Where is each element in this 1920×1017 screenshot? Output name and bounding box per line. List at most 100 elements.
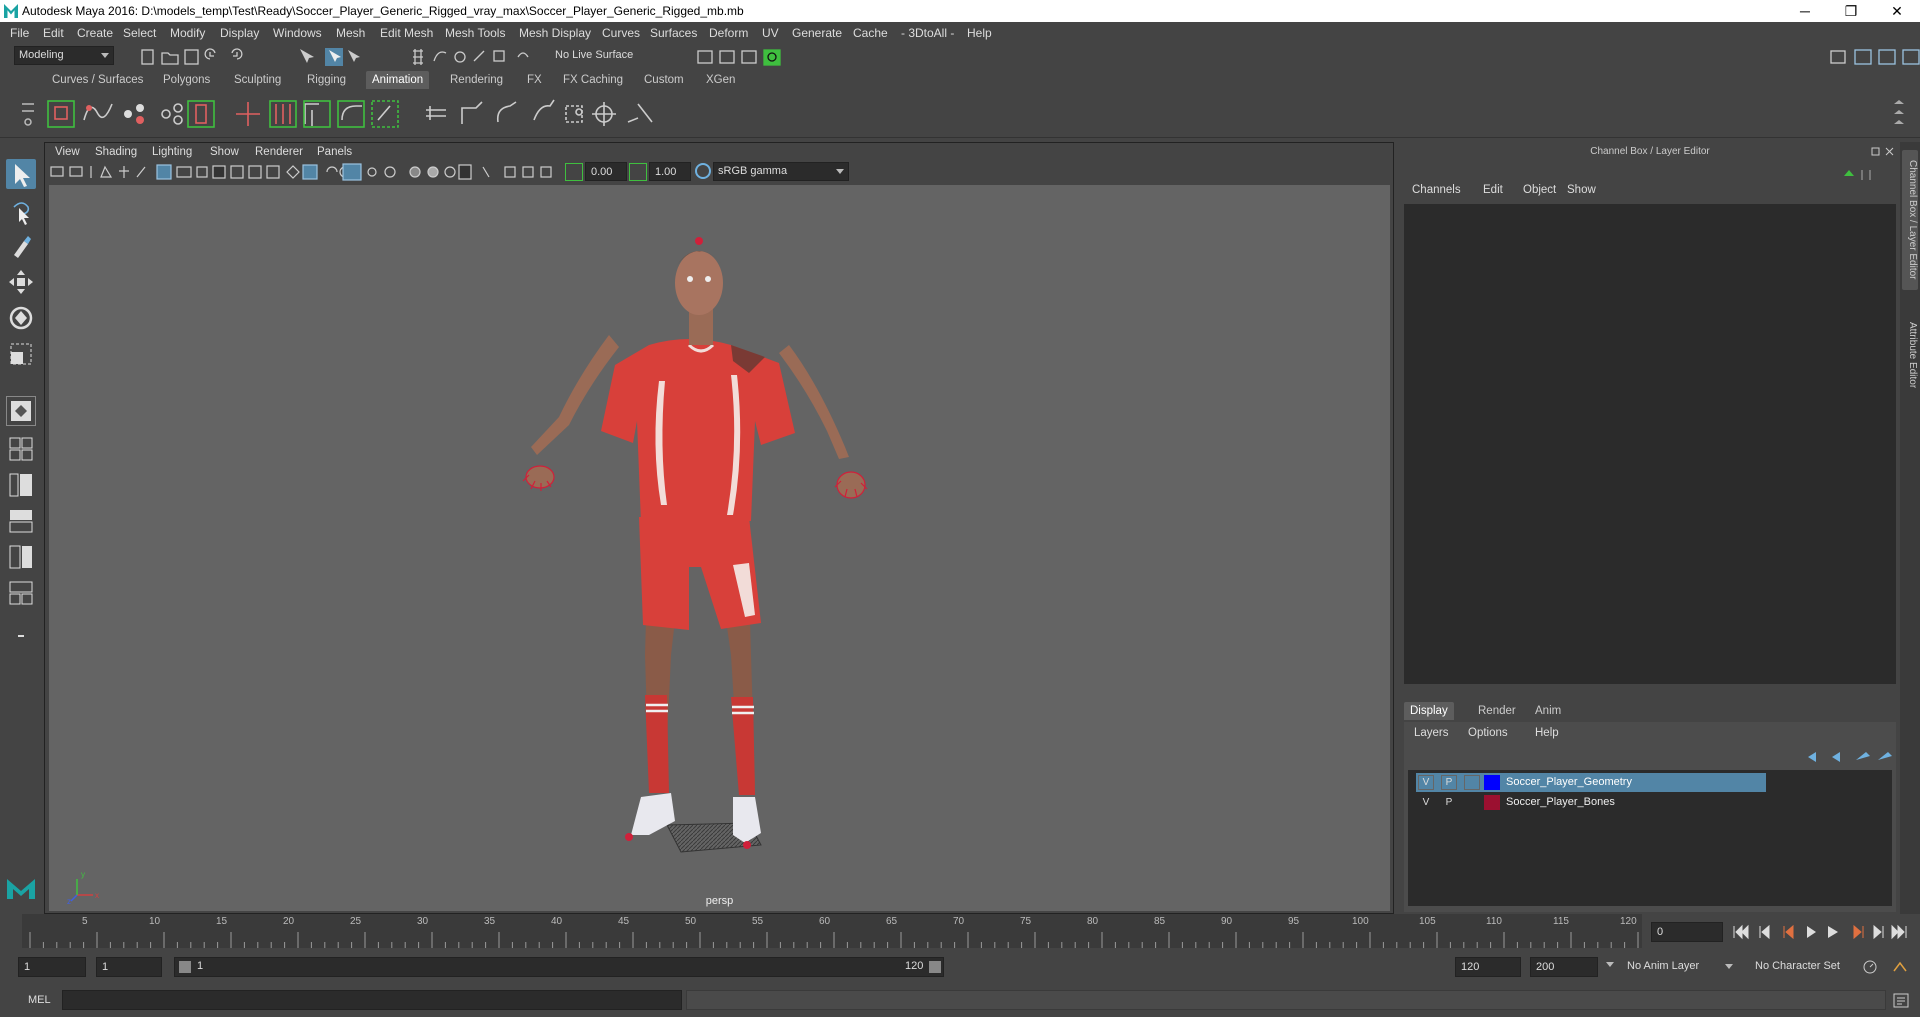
layer-color-swatch[interactable] bbox=[1484, 775, 1500, 790]
time-ruler[interactable]: 5 10 15 20 25 30 35 40 45 50 55 60 65 70… bbox=[22, 914, 1642, 948]
playback-start-field[interactable]: 1 bbox=[96, 957, 162, 977]
shelf-tab-polygons[interactable]: Polygons bbox=[157, 71, 216, 89]
menu-create[interactable]: Create bbox=[77, 26, 113, 40]
menu-mesh-display[interactable]: Mesh Display bbox=[519, 26, 591, 40]
shelf-tab-fx[interactable]: FX bbox=[521, 71, 548, 89]
menu-edit-mesh[interactable]: Edit Mesh bbox=[380, 26, 433, 40]
menu-select[interactable]: Select bbox=[123, 26, 156, 40]
color-management-icon[interactable] bbox=[695, 163, 711, 179]
layer-menu-options[interactable]: Options bbox=[1468, 727, 1508, 739]
chevron-down-icon[interactable] bbox=[1606, 962, 1614, 967]
script-editor-icon[interactable] bbox=[1892, 992, 1912, 1010]
layer-playback-toggle[interactable]: P bbox=[1441, 775, 1457, 790]
minimize-button[interactable]: ─ bbox=[1782, 0, 1828, 22]
close-button[interactable]: ✕ bbox=[1874, 0, 1920, 22]
color-space-dropdown[interactable]: sRGB gamma bbox=[713, 162, 849, 181]
mode-dropdown[interactable]: Modeling bbox=[14, 46, 114, 65]
character-set-dropdown[interactable]: No Character Set bbox=[1750, 957, 1870, 976]
layer-type-toggle[interactable] bbox=[1464, 775, 1480, 790]
layer-menu-help[interactable]: Help bbox=[1535, 727, 1559, 739]
menu-deform[interactable]: Deform bbox=[709, 26, 748, 40]
menu-3dtoall[interactable]: - 3DtoAll - bbox=[901, 26, 954, 40]
layer-type-toggle[interactable] bbox=[1464, 795, 1480, 810]
rotate-tool-button[interactable] bbox=[6, 303, 36, 333]
range-start-handle[interactable] bbox=[179, 961, 191, 973]
hypershade-layout-button[interactable] bbox=[6, 542, 36, 572]
menu-file[interactable]: File bbox=[10, 26, 29, 40]
menu-modify[interactable]: Modify bbox=[170, 26, 205, 40]
graph-layout-button[interactable] bbox=[6, 506, 36, 536]
playback-end-field[interactable]: 120 bbox=[1455, 957, 1521, 977]
panel-menu-view[interactable]: View bbox=[55, 146, 80, 158]
perspective-viewport[interactable]: y x z persp bbox=[49, 185, 1390, 911]
menu-display[interactable]: Display bbox=[220, 26, 259, 40]
menu-edit[interactable]: Edit bbox=[43, 26, 64, 40]
panel-menu-panels[interactable]: Panels bbox=[317, 146, 352, 158]
menu-surfaces[interactable]: Surfaces bbox=[650, 26, 697, 40]
maya-home-button[interactable] bbox=[4, 873, 35, 903]
side-tab-attribute-editor[interactable]: Attribute Editor bbox=[1902, 310, 1918, 400]
shelf-tab-xgen[interactable]: XGen bbox=[700, 71, 741, 89]
lasso-tool-button[interactable] bbox=[6, 195, 36, 225]
select-tool-button[interactable] bbox=[6, 159, 36, 189]
restore-button[interactable]: ❐ bbox=[1828, 0, 1874, 22]
menu-generate[interactable]: Generate bbox=[792, 26, 842, 40]
shelf-tab-animation[interactable]: Animation bbox=[366, 71, 430, 89]
panel-menu-renderer[interactable]: Renderer bbox=[255, 146, 303, 158]
menu-windows[interactable]: Windows bbox=[273, 26, 322, 40]
shelf-tab-rigging[interactable]: Rigging bbox=[301, 71, 352, 89]
toolbox-collapse-button[interactable] bbox=[6, 620, 36, 650]
four-view-layout-button[interactable] bbox=[6, 434, 36, 464]
layer-menu-layers[interactable]: Layers bbox=[1414, 727, 1449, 739]
layer-name[interactable]: Soccer_Player_Bones bbox=[1506, 796, 1615, 808]
range-slider[interactable]: 1 120 bbox=[174, 957, 944, 977]
single-perspective-layout-button[interactable] bbox=[6, 396, 36, 426]
shelf-tab-rendering[interactable]: Rendering bbox=[444, 71, 509, 89]
menu-cache[interactable]: Cache bbox=[853, 26, 888, 40]
channels-menu-object[interactable]: Object bbox=[1523, 184, 1556, 196]
scale-tool-button[interactable] bbox=[6, 339, 36, 369]
channel-list[interactable] bbox=[1404, 204, 1896, 684]
exposure-field[interactable]: 0.00 bbox=[585, 162, 627, 181]
menu-curves[interactable]: Curves bbox=[602, 26, 640, 40]
script-editor-layout-button[interactable] bbox=[6, 578, 36, 608]
layer-playback-toggle[interactable]: P bbox=[1441, 795, 1457, 810]
move-tool-button[interactable] bbox=[6, 267, 36, 297]
paint-select-tool-button[interactable] bbox=[6, 231, 36, 261]
layer-row-geometry[interactable]: V P Soccer_Player_Geometry bbox=[1416, 773, 1766, 792]
channels-menu-show[interactable]: Show bbox=[1567, 184, 1596, 196]
outliner-layout-button[interactable] bbox=[6, 470, 36, 500]
live-surface-label[interactable]: No Live Surface bbox=[555, 49, 633, 61]
gamma-field[interactable]: 1.00 bbox=[649, 162, 691, 181]
panel-menu-shading[interactable]: Shading bbox=[95, 146, 137, 158]
exposure-icon[interactable] bbox=[565, 163, 583, 181]
layer-row-bones[interactable]: V P Soccer_Player_Bones bbox=[1416, 793, 1766, 812]
gamma-icon[interactable] bbox=[629, 163, 647, 181]
layer-color-swatch[interactable] bbox=[1484, 795, 1500, 810]
end-time-field[interactable]: 200 bbox=[1530, 957, 1598, 977]
layer-tab-anim[interactable]: Anim bbox=[1529, 702, 1567, 720]
panel-menu-lighting[interactable]: Lighting bbox=[152, 146, 192, 158]
range-end-handle[interactable] bbox=[929, 961, 941, 973]
menu-help[interactable]: Help bbox=[967, 26, 992, 40]
current-frame-field[interactable]: 0 bbox=[1651, 922, 1723, 942]
menu-mesh-tools[interactable]: Mesh Tools bbox=[445, 26, 505, 40]
panel-menu-show[interactable]: Show bbox=[210, 146, 239, 158]
menu-uv[interactable]: UV bbox=[762, 26, 779, 40]
channels-menu-edit[interactable]: Edit bbox=[1483, 184, 1503, 196]
command-input[interactable] bbox=[62, 990, 682, 1010]
channels-menu-channels[interactable]: Channels bbox=[1412, 184, 1461, 196]
start-time-field[interactable]: 1 bbox=[18, 957, 86, 977]
layer-visibility-toggle[interactable]: V bbox=[1418, 775, 1434, 790]
command-language-label[interactable]: MEL bbox=[28, 994, 51, 1006]
shelf-tab-fx-caching[interactable]: FX Caching bbox=[557, 71, 629, 89]
layer-name[interactable]: Soccer_Player_Geometry bbox=[1506, 776, 1632, 788]
side-tab-channel-box[interactable]: Channel Box / Layer Editor bbox=[1902, 150, 1918, 290]
shelf-tab-sculpting[interactable]: Sculpting bbox=[228, 71, 287, 89]
layer-tab-display[interactable]: Display bbox=[1404, 702, 1454, 720]
shelf-tab-curves-surfaces[interactable]: Curves / Surfaces bbox=[46, 71, 149, 89]
layer-visibility-toggle[interactable]: V bbox=[1418, 795, 1434, 810]
anim-layer-dropdown[interactable]: No Anim Layer bbox=[1622, 957, 1738, 976]
menu-mesh[interactable]: Mesh bbox=[336, 26, 365, 40]
shelf-tab-custom[interactable]: Custom bbox=[638, 71, 690, 89]
